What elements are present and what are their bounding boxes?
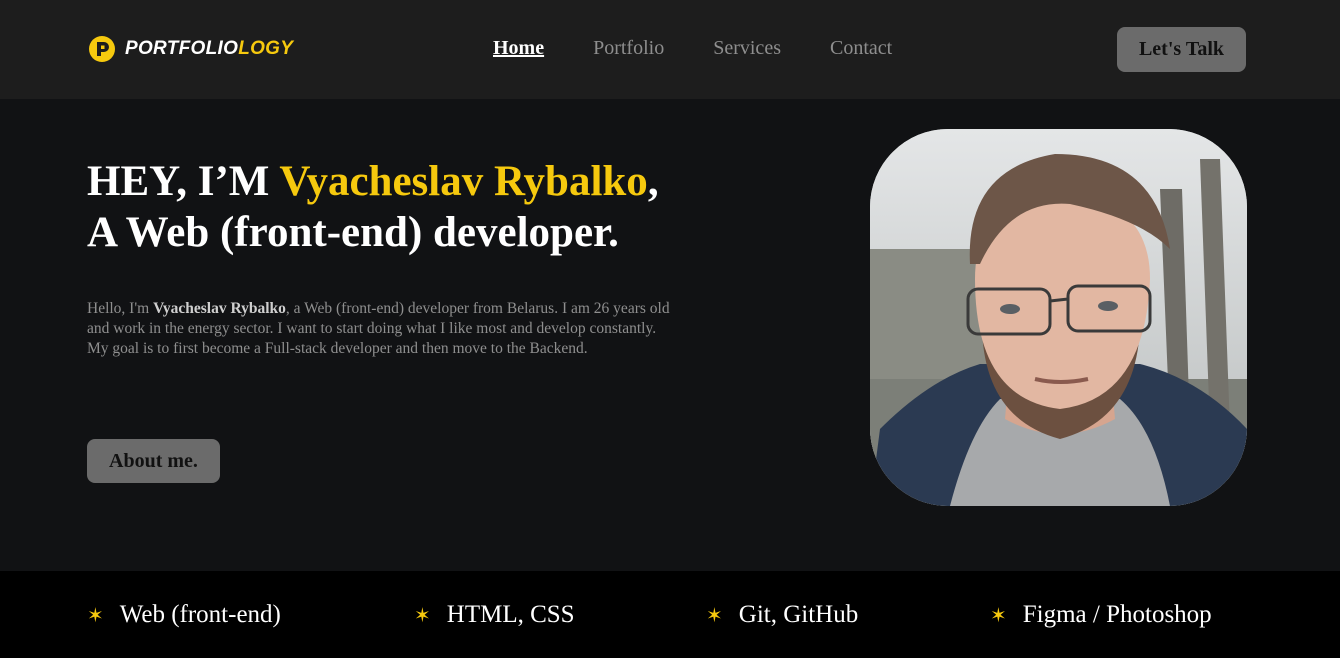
lets-talk-button[interactable]: Let's Talk <box>1117 27 1246 72</box>
profile-photo <box>870 129 1247 506</box>
main-nav: Home Portfolio Services Contact <box>493 37 892 63</box>
logo-p-icon <box>89 36 115 62</box>
nav-item-services[interactable]: Services <box>713 37 781 63</box>
skill-item-figma-photoshop: ✶ Figma / Photoshop <box>990 600 1212 630</box>
about-me-button[interactable]: About me. <box>87 439 220 483</box>
hero-name: Vyacheslav Rybalko <box>279 158 648 205</box>
skill-label: Git, GitHub <box>738 601 859 628</box>
skill-item-web-front-end: ✶ Web (front-end) <box>87 600 281 630</box>
logo[interactable]: PORTFOLIOLOGY <box>87 34 293 64</box>
skill-label: HTML, CSS <box>446 601 575 628</box>
skills-strip: ✶ Web (front-end) ✶ HTML, CSS ✶ Git, Git… <box>0 571 1340 658</box>
star-icon: ✶ <box>990 603 1007 627</box>
hero-title: HEY, I’M Vyacheslav Rybalko, A Web (front… <box>87 158 659 256</box>
logo-text: PORTFOLIOLOGY <box>125 38 294 59</box>
site-header: PORTFOLIOLOGY Home Portfolio Services Co… <box>0 0 1340 99</box>
star-icon: ✶ <box>414 603 431 627</box>
hero-description: Hello, I'm Vyacheslav Rybalko, a Web (fr… <box>87 300 670 357</box>
nav-item-home[interactable]: Home <box>493 37 544 63</box>
skill-item-html-css: ✶ HTML, CSS <box>414 600 575 630</box>
nav-item-contact[interactable]: Contact <box>830 37 892 63</box>
skill-label: Web (front-end) <box>119 601 281 628</box>
skill-item-git-github: ✶ Git, GitHub <box>706 600 858 630</box>
skill-label: Figma / Photoshop <box>1022 601 1212 628</box>
nav-item-portfolio[interactable]: Portfolio <box>593 37 664 63</box>
star-icon: ✶ <box>706 603 723 627</box>
star-icon: ✶ <box>87 603 104 627</box>
